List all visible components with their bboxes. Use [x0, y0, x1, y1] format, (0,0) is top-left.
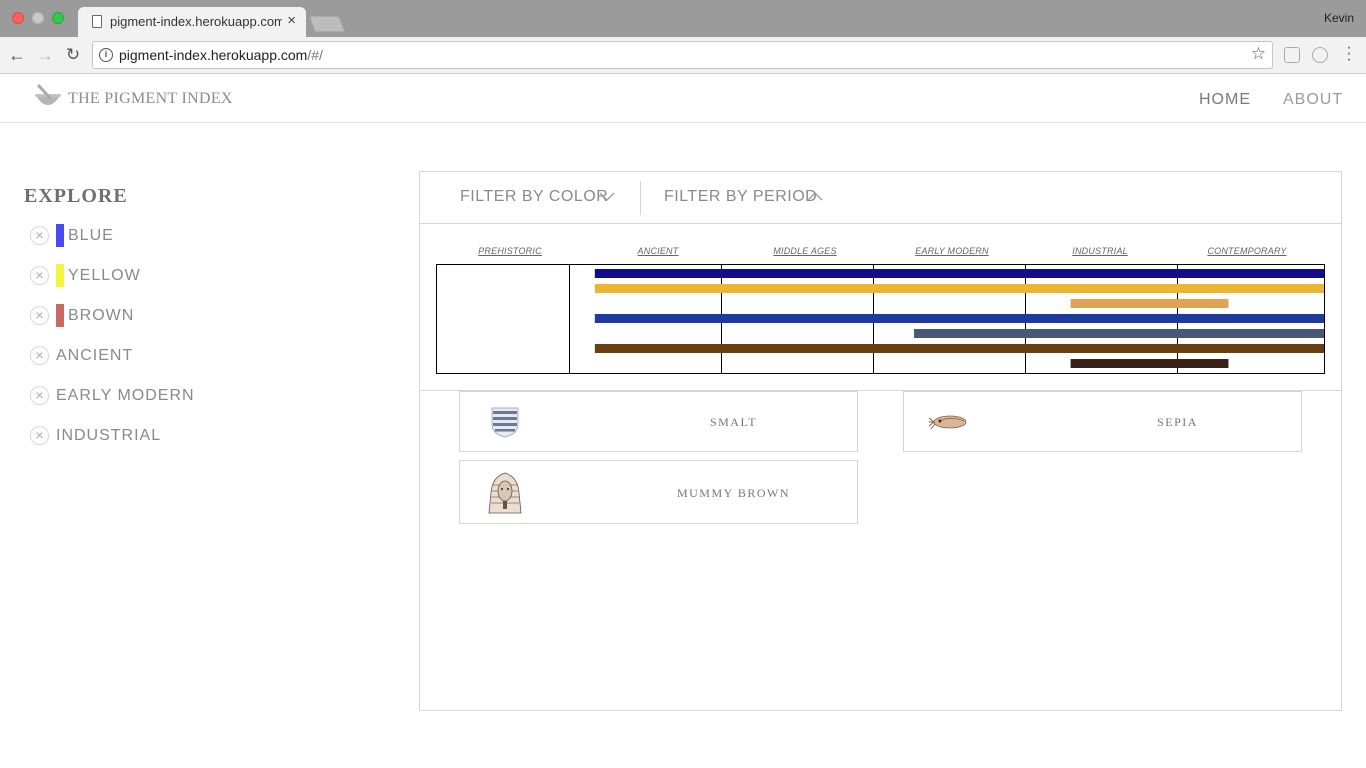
pigment-name: SMALT — [709, 415, 758, 429]
pigment-period-bar[interactable] — [594, 314, 1324, 323]
filter-bar: FILTER BY COLOR FILTER BY PERIOD — [420, 172, 1341, 224]
pigment-name: MUMMY BROWN — [676, 486, 791, 500]
minimize-window-button[interactable] — [32, 12, 44, 24]
profile-name[interactable]: Kevin — [1324, 11, 1354, 25]
browser-tab[interactable]: pigment-index.herokuapp.com/#/ × — [78, 7, 306, 37]
browser-toolbar: ← → ↻ i pigment-index.herokuapp.com/#/ ☆… — [0, 37, 1366, 74]
pigment-period-bar[interactable] — [914, 329, 1324, 338]
pigment-name: SEPIA — [1157, 415, 1198, 429]
tab-close-icon[interactable]: × — [287, 12, 296, 29]
pigment-period-bar[interactable] — [594, 284, 1324, 293]
pigment-card-smalt[interactable]: SMALT — [459, 391, 858, 452]
filter-label: EARLY MODERN — [56, 387, 195, 404]
remove-filter-icon[interactable]: × — [30, 426, 49, 445]
remove-filter-icon[interactable]: × — [30, 226, 49, 245]
period-label-early-modern[interactable]: EARLY MODERN — [915, 246, 988, 256]
remove-filter-icon[interactable]: × — [30, 306, 49, 325]
nav-home-link[interactable]: HOME — [1199, 91, 1251, 109]
mortar-pestle-icon — [35, 84, 61, 105]
menu-dots-icon[interactable]: · · · — [1344, 40, 1354, 68]
filter-label: ANCIENT — [56, 347, 134, 364]
maximize-window-button[interactable] — [52, 12, 64, 24]
period-label-contemporary[interactable]: CONTEMPORARY — [1207, 246, 1286, 256]
back-arrow-icon[interactable]: ← — [6, 44, 28, 66]
new-tab-button[interactable] — [309, 16, 345, 32]
close-window-button[interactable] — [12, 12, 24, 24]
color-swatch-blue — [56, 224, 64, 247]
url-host: pigment-index.herokuapp.com — [119, 47, 308, 63]
pigment-period-bar[interactable] — [1070, 359, 1229, 368]
browser-titlebar: pigment-index.herokuapp.com/#/ × Kevin — [0, 0, 1366, 37]
color-swatch-brown — [56, 304, 64, 327]
url-text[interactable]: pigment-index.herokuapp.com/#/ — [119, 47, 323, 63]
period-timeline: PREHISTORIC ANCIENT MIDDLE AGES EARLY MO… — [420, 224, 1341, 391]
period-label-prehistoric[interactable]: PREHISTORIC — [478, 246, 542, 256]
remove-filter-icon[interactable]: × — [30, 266, 49, 285]
explore-heading: EXPLORE — [24, 185, 128, 207]
filter-divider — [640, 181, 641, 215]
filter-label: YELLOW — [68, 267, 141, 284]
filter-by-color-toggle[interactable]: FILTER BY COLOR — [460, 188, 608, 206]
remove-filter-icon[interactable]: × — [30, 386, 49, 405]
period-label-ancient[interactable]: ANCIENT — [638, 246, 679, 256]
filter-by-period-toggle[interactable]: FILTER BY PERIOD — [664, 188, 817, 206]
address-bar[interactable]: i pigment-index.herokuapp.com/#/ ☆ — [92, 41, 1273, 69]
reload-icon[interactable]: ↻ — [62, 44, 84, 66]
color-swatch-yellow — [56, 264, 64, 287]
site-logo-text[interactable]: THE PIGMENT INDEX — [68, 90, 233, 108]
chevron-down-icon[interactable] — [598, 190, 616, 202]
bookmark-star-icon[interactable]: ☆ — [1251, 44, 1266, 64]
period-label-middle-ages[interactable]: MIDDLE AGES — [773, 246, 836, 256]
pigment-period-bar[interactable] — [594, 269, 1324, 278]
pigment-period-bar[interactable] — [594, 344, 1324, 353]
extension-icon[interactable] — [1284, 47, 1300, 63]
pigment-panel: FILTER BY COLOR FILTER BY PERIOD PREHIST… — [419, 171, 1342, 711]
filter-label: BLUE — [68, 227, 114, 244]
chevron-up-icon[interactable] — [806, 190, 824, 202]
url-path: /#/ — [307, 47, 323, 63]
nav-about-link[interactable]: ABOUT — [1283, 91, 1343, 109]
filter-label: INDUSTRIAL — [56, 427, 162, 444]
filter-label: BROWN — [68, 307, 135, 324]
pigment-period-bar[interactable] — [1070, 299, 1229, 308]
timeline-chart — [436, 264, 1325, 374]
info-icon[interactable]: i — [99, 48, 113, 62]
page-icon — [92, 15, 102, 28]
pigment-card-sepia[interactable]: SEPIA — [903, 391, 1302, 452]
extension-circle-icon[interactable] — [1312, 47, 1328, 63]
period-label-industrial[interactable]: INDUSTRIAL — [1072, 246, 1128, 256]
forward-arrow-icon[interactable]: → — [34, 44, 56, 66]
remove-filter-icon[interactable]: × — [30, 346, 49, 365]
pigment-card-mummy-brown[interactable]: MUMMY BROWN — [459, 460, 858, 524]
site-header: THE PIGMENT INDEX HOME ABOUT — [0, 74, 1366, 123]
tab-title: pigment-index.herokuapp.com/#/ — [110, 14, 282, 29]
